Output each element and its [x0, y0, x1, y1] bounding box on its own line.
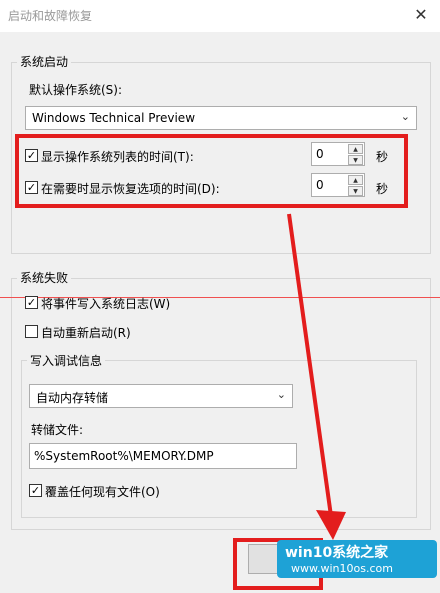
arrow-head	[316, 510, 346, 540]
watermark-badge: win10系统之家 www.win10os.com	[277, 540, 437, 578]
watermark-line1: win10系统之家	[285, 545, 389, 561]
arrow-shaft	[287, 213, 333, 517]
watermark-line2: www.win10os.com	[291, 562, 393, 575]
arrow-annotation	[287, 213, 346, 540]
